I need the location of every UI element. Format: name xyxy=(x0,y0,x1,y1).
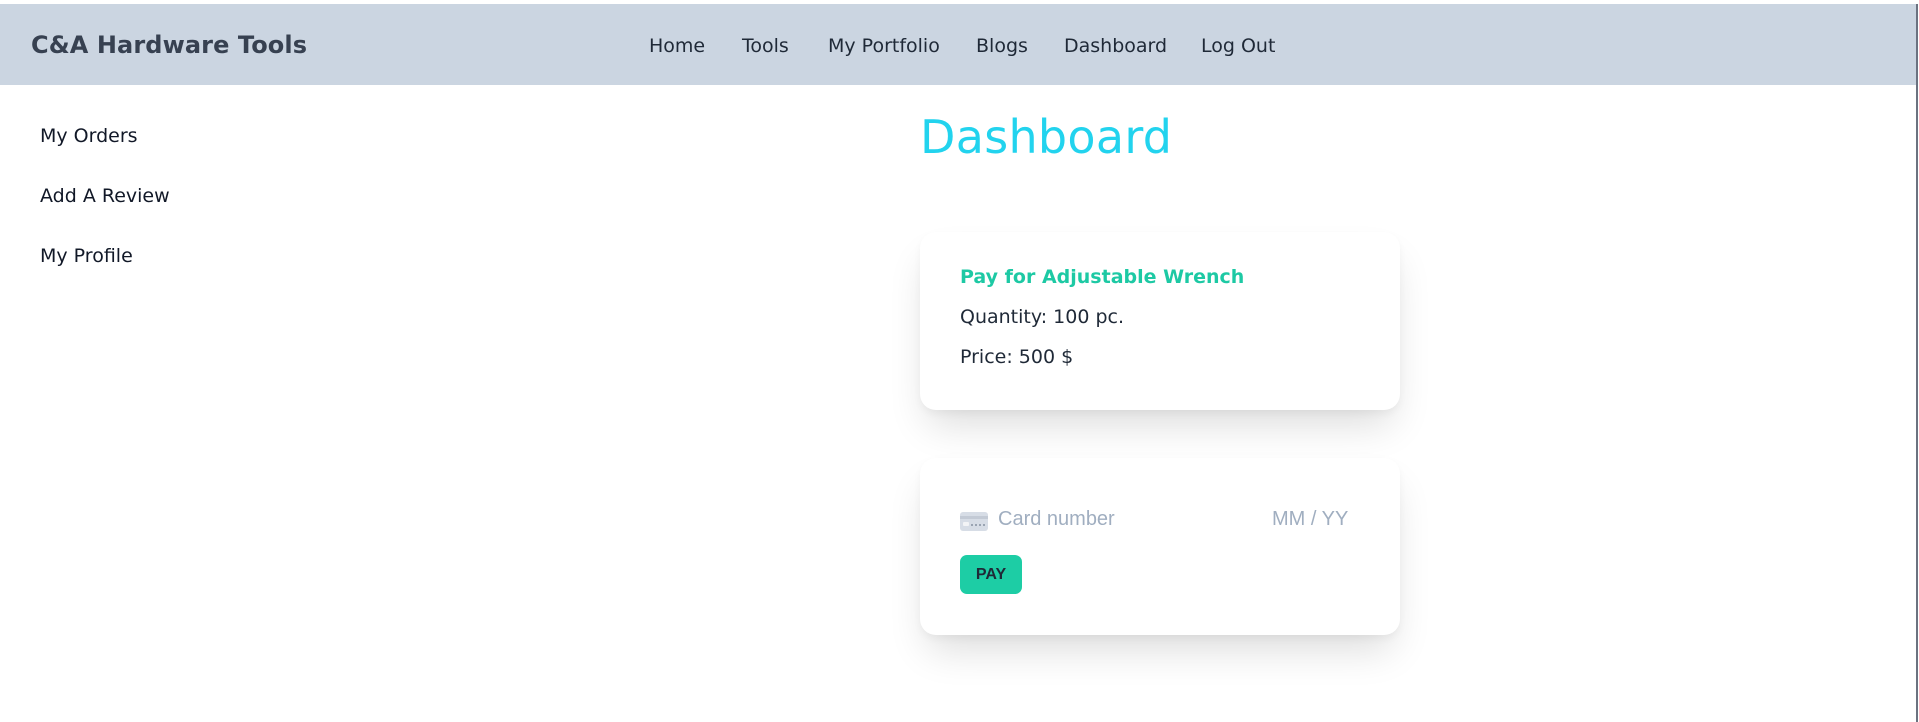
order-quantity: Quantity: 100 pc. xyxy=(960,306,1125,328)
nav-home-link[interactable]: Home xyxy=(649,35,705,57)
order-summary-card: Pay for Adjustable Wrench Quantity: 100 … xyxy=(920,232,1400,410)
nav-tools-link[interactable]: Tools xyxy=(742,35,789,57)
card-expiry-input[interactable]: MM / YY xyxy=(1272,508,1348,531)
sidebar-item-my-orders[interactable]: My Orders xyxy=(40,125,138,147)
top-navbar: C&A Hardware Tools Home Tools My Portfol… xyxy=(0,4,1916,85)
brand-logo[interactable]: C&A Hardware Tools xyxy=(31,31,307,59)
nav-my-portfolio-link[interactable]: My Portfolio xyxy=(828,35,940,57)
payment-card: Card number MM / YY PAY xyxy=(920,458,1400,635)
sidebar-item-my-profile[interactable]: My Profile xyxy=(40,245,133,267)
vertical-scrollbar[interactable] xyxy=(1916,4,1918,722)
order-price: Price: 500 $ xyxy=(960,346,1074,368)
nav-blogs-link[interactable]: Blogs xyxy=(976,35,1028,57)
credit-card-icon xyxy=(960,512,988,531)
sidebar-item-add-a-review[interactable]: Add A Review xyxy=(40,185,170,207)
nav-log-out-link[interactable]: Log Out xyxy=(1201,35,1275,57)
nav-dashboard-link[interactable]: Dashboard xyxy=(1064,35,1167,57)
pay-button[interactable]: PAY xyxy=(960,555,1022,594)
order-title: Pay for Adjustable Wrench xyxy=(960,266,1245,288)
page-title: Dashboard xyxy=(920,110,1173,164)
card-number-input[interactable]: Card number xyxy=(998,508,1115,531)
